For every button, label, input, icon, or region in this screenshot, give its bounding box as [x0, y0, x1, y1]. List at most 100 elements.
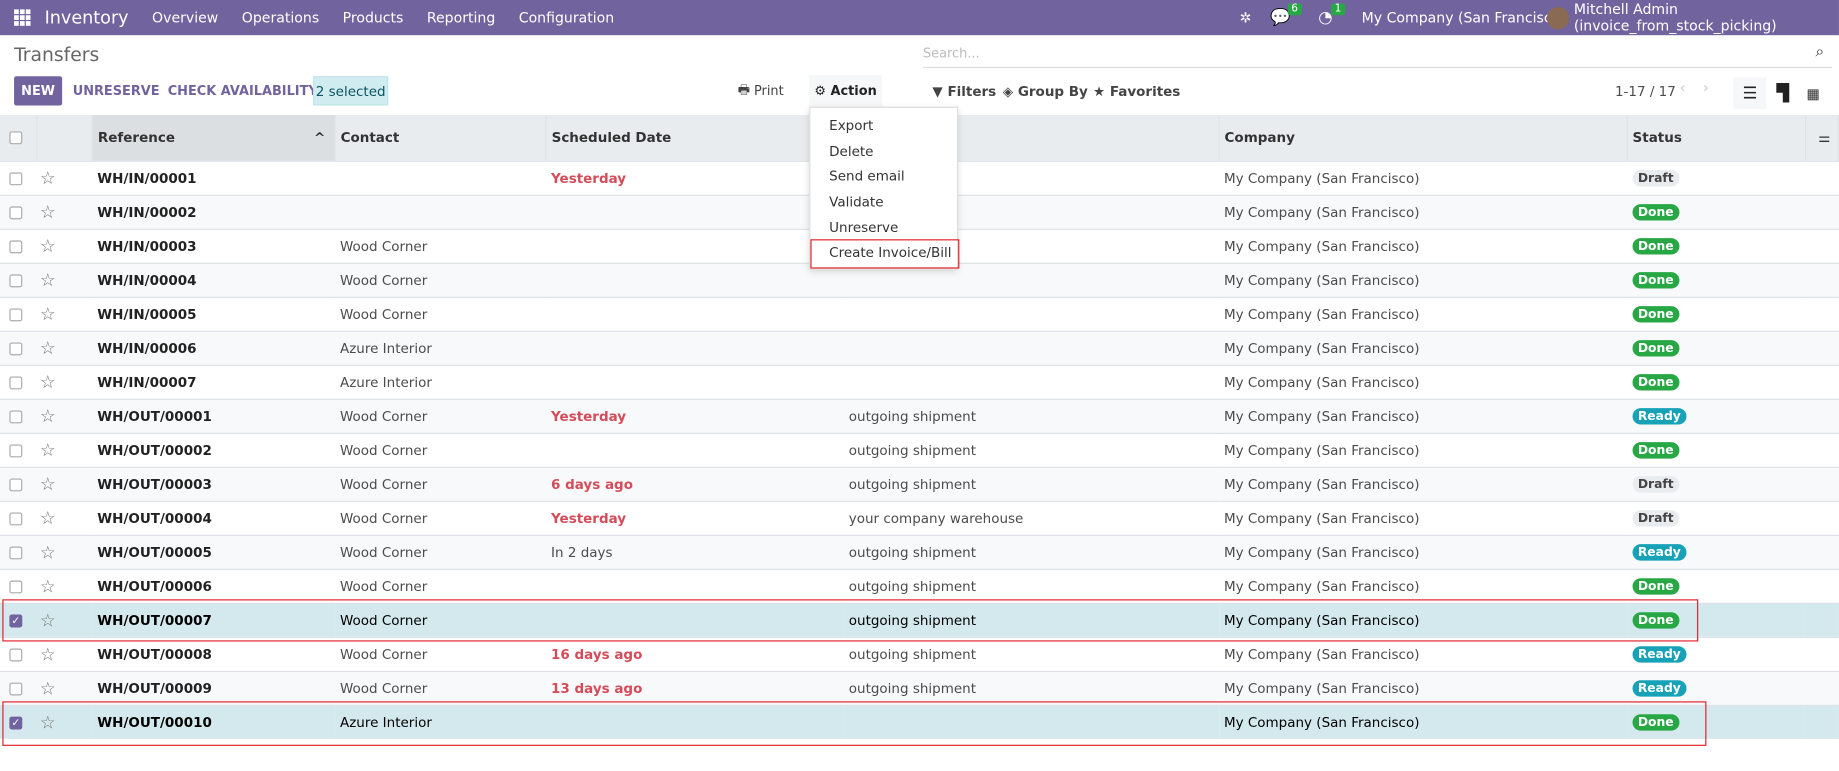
row-checkbox[interactable]: [9, 579, 23, 593]
row-select[interactable]: [0, 670, 38, 705]
action-send-email[interactable]: Send email: [810, 165, 957, 190]
row-select[interactable]: [0, 330, 38, 365]
star-icon[interactable]: ☆: [40, 677, 56, 698]
row-checkbox[interactable]: [9, 647, 23, 661]
star-icon[interactable]: ☆: [40, 201, 56, 222]
apps-menu-icon[interactable]: [14, 9, 31, 26]
star-icon[interactable]: ☆: [40, 269, 56, 290]
search-icon[interactable]: ⌕: [1815, 43, 1824, 61]
user-menu[interactable]: Mitchell Admin (invoice_from_stock_picki…: [1574, 0, 1839, 35]
row-select[interactable]: [0, 466, 38, 501]
row-select[interactable]: [0, 194, 38, 229]
table-row[interactable]: ☆ WH/OUT/00001 Wood Corner Yesterday outgoin…: [0, 398, 1839, 433]
favorite-cell[interactable]: ☆: [37, 228, 93, 263]
table-row[interactable]: ☆ WH/OUT/00009 Wood Corner 13 days ago outgo…: [0, 670, 1839, 705]
table-row[interactable]: ☆ WH/IN/00006 Azure Interior My Company (Sa…: [0, 330, 1839, 365]
star-icon[interactable]: ☆: [40, 167, 56, 188]
star-icon[interactable]: ☆: [40, 235, 56, 256]
star-icon[interactable]: ☆: [40, 337, 56, 358]
group-by-button[interactable]: ◈ Group By: [1003, 83, 1088, 99]
star-icon[interactable]: ☆: [40, 507, 56, 528]
table-row[interactable]: ☆ WH/OUT/00006 Wood Corner outgoing shipmen…: [0, 568, 1839, 603]
favorite-cell[interactable]: ☆: [37, 160, 93, 195]
pager-value[interactable]: 1-17 / 17: [1615, 83, 1676, 99]
row-checkbox[interactable]: ✓: [9, 716, 23, 730]
kanban-view-icon[interactable]: ▜: [1766, 77, 1799, 109]
row-checkbox[interactable]: [9, 273, 23, 287]
search-input[interactable]: Search...: [922, 42, 1832, 69]
check-availability-button[interactable]: CHECK AVAILABILITY: [168, 76, 318, 105]
favorite-cell[interactable]: ☆: [37, 296, 93, 331]
reference-header[interactable]: Reference ^: [92, 114, 336, 161]
table-row[interactable]: ✓ ☆ WH/OUT/00010 Azure Interior My Company (…: [0, 704, 1839, 739]
row-checkbox[interactable]: [9, 171, 23, 185]
row-select[interactable]: ✓: [0, 704, 38, 739]
row-checkbox[interactable]: [9, 511, 23, 525]
table-row[interactable]: ✓ ☆ WH/OUT/00007 Wood Corner outgoing shipme…: [0, 602, 1839, 637]
new-button[interactable]: NEW: [14, 76, 63, 106]
star-icon[interactable]: ☆: [40, 643, 56, 664]
favorite-cell[interactable]: ☆: [37, 398, 93, 433]
menu-overview[interactable]: Overview: [152, 9, 218, 25]
star-icon[interactable]: ☆: [40, 303, 56, 324]
pager-prev-icon[interactable]: ‹: [1679, 80, 1685, 98]
row-checkbox[interactable]: [9, 477, 23, 491]
row-checkbox[interactable]: [9, 443, 23, 457]
row-select[interactable]: [0, 500, 38, 535]
action-delete[interactable]: Delete: [810, 139, 957, 164]
debug-icon[interactable]: ✲: [1240, 0, 1252, 35]
menu-reporting[interactable]: Reporting: [427, 9, 495, 25]
optional-columns-icon[interactable]: ⚌: [1805, 114, 1839, 161]
row-select[interactable]: [0, 228, 38, 263]
favorite-cell[interactable]: ☆: [37, 466, 93, 501]
favorite-cell[interactable]: ☆: [37, 636, 93, 671]
star-icon[interactable]: ☆: [40, 405, 56, 426]
user-avatar[interactable]: [1546, 0, 1570, 35]
row-checkbox[interactable]: [9, 307, 23, 321]
favorite-cell[interactable]: ☆: [37, 670, 93, 705]
contact-header[interactable]: Contact: [335, 114, 547, 161]
menu-configuration[interactable]: Configuration: [519, 9, 614, 25]
row-select[interactable]: [0, 364, 38, 399]
pager-next-icon[interactable]: ›: [1703, 80, 1709, 98]
select-all-checkbox[interactable]: [9, 131, 23, 145]
star-icon[interactable]: ☆: [40, 609, 56, 630]
row-select[interactable]: [0, 296, 38, 331]
action-button[interactable]: ⚙ Action: [809, 75, 882, 107]
company-header[interactable]: Company: [1219, 114, 1628, 161]
star-icon[interactable]: ☆: [40, 712, 56, 733]
table-row[interactable]: ☆ WH/OUT/00008 Wood Corner 16 days ago outgo…: [0, 636, 1839, 671]
unreserve-button[interactable]: UNRESERVE: [73, 76, 160, 105]
row-checkbox[interactable]: [9, 239, 23, 253]
table-row[interactable]: ☆ WH/OUT/00002 Wood Corner outgoing shipmen…: [0, 432, 1839, 467]
favorite-cell[interactable]: ☆: [37, 500, 93, 535]
row-select[interactable]: [0, 636, 38, 671]
star-icon[interactable]: ☆: [40, 541, 56, 562]
favorite-cell[interactable]: ☆: [37, 262, 93, 297]
menu-operations[interactable]: Operations: [242, 9, 319, 25]
row-checkbox[interactable]: [9, 205, 23, 219]
star-icon[interactable]: ☆: [40, 575, 56, 596]
favorite-cell[interactable]: ☆: [37, 194, 93, 229]
row-checkbox[interactable]: [9, 341, 23, 355]
row-checkbox[interactable]: [9, 545, 23, 559]
table-row[interactable]: ☆ WH/OUT/00003 Wood Corner 6 days ago outgoi…: [0, 466, 1839, 501]
row-checkbox[interactable]: ✓: [9, 613, 23, 627]
star-icon[interactable]: ☆: [40, 371, 56, 392]
favorites-button[interactable]: ★ Favorites: [1093, 83, 1180, 99]
favorite-cell[interactable]: ☆: [37, 534, 93, 569]
star-icon[interactable]: ☆: [40, 439, 56, 460]
star-icon[interactable]: ☆: [40, 473, 56, 494]
table-row[interactable]: ☆ WH/IN/00005 Wood Corner My Company (San F…: [0, 296, 1839, 331]
action-validate[interactable]: Validate: [810, 190, 957, 215]
status-header[interactable]: Status: [1627, 114, 1807, 161]
row-select[interactable]: [0, 432, 38, 467]
app-name[interactable]: Inventory: [45, 7, 129, 28]
table-row[interactable]: ☆ WH/OUT/00004 Wood Corner Yesterday your co…: [0, 500, 1839, 535]
calendar-view-icon[interactable]: ▦: [1797, 77, 1830, 109]
selection-count[interactable]: 2 selected: [313, 76, 389, 106]
favorite-cell[interactable]: ☆: [37, 602, 93, 637]
favorite-cell[interactable]: ☆: [37, 568, 93, 603]
list-view-icon[interactable]: ☰: [1733, 77, 1767, 110]
favorite-cell[interactable]: ☆: [37, 330, 93, 365]
